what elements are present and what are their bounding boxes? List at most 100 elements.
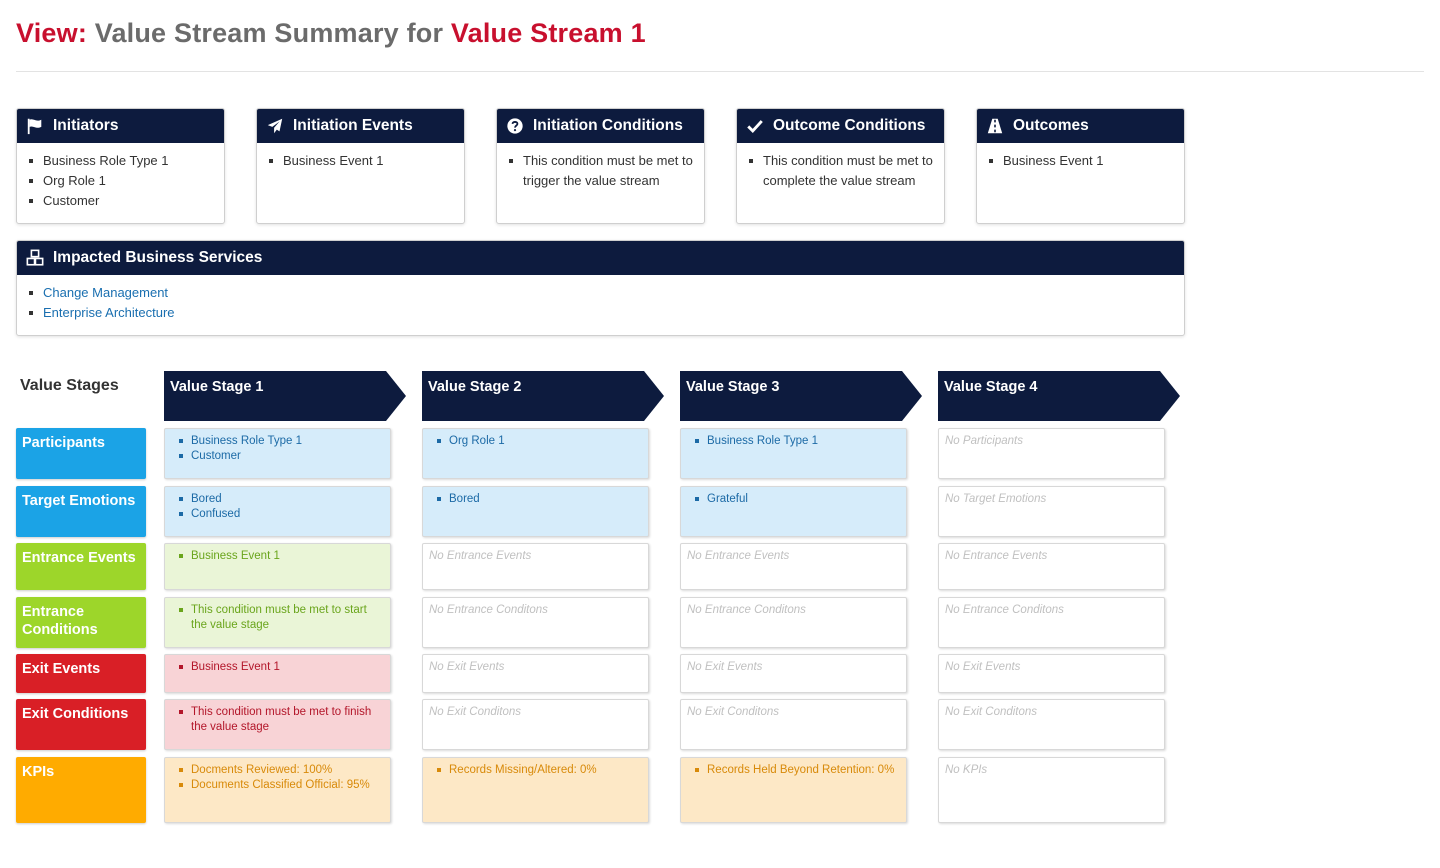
cell-list: This condition must be met to finish the… [171, 705, 384, 735]
service-link-change-management[interactable]: Change Management [27, 283, 1174, 303]
summary-card-header: Outcome Conditions [737, 109, 944, 143]
check-icon [747, 120, 763, 134]
row-label-target-emotions: Target Emotions [16, 486, 146, 537]
list-item: This condition must be met to finish the… [171, 705, 384, 735]
summary-card-title: Initiation Events [293, 117, 413, 134]
cell-list: Grateful [687, 492, 900, 507]
matrix-cell: Records Missing/Altered: 0% [422, 757, 649, 823]
list-item: Business Role Type 1 [171, 434, 384, 449]
matrix-cell: Business Event 1 [164, 654, 391, 693]
cell-list: Business Event 1 [171, 549, 384, 564]
matrix-cell: This condition must be met to start the … [164, 597, 391, 648]
list-item: Business Event 1 [267, 151, 454, 171]
stage-header-3[interactable]: Value Stage 3 [680, 371, 922, 421]
question-circle-icon [506, 117, 533, 135]
cell-list: Business Role Type 1 Customer [171, 434, 384, 464]
paper-plane-icon [267, 118, 283, 134]
title-divider [16, 71, 1424, 72]
list-item: Grateful [687, 492, 900, 507]
row-label-exit-conditions: Exit Conditions [16, 699, 146, 750]
matrix-cell: Business Event 1 [164, 543, 391, 590]
matrix-cell: Records Held Beyond Retention: 0% [680, 757, 907, 823]
service-link-enterprise-architecture[interactable]: Enterprise Architecture [27, 303, 1174, 323]
empty-placeholder: No Entrance Conditons [429, 604, 548, 616]
list-item: Bored [171, 492, 384, 507]
list-item: Records Held Beyond Retention: 0% [687, 763, 900, 778]
summary-card-header: Outcomes [977, 109, 1184, 143]
impacted-services-header: Impacted Business Services [17, 241, 1184, 275]
cell-list: Business Role Type 1 [687, 434, 900, 449]
matrix-cell: Docments Reviewed: 100% Documents Classif… [164, 757, 391, 823]
empty-placeholder: No Exit Conditons [429, 706, 522, 718]
summary-card-header: Initiation Conditions [497, 109, 704, 143]
list-item: Documents Classified Official: 95% [171, 778, 384, 793]
summary-card-outcomes: Outcomes Business Event 1 [976, 108, 1185, 224]
stage-header-4[interactable]: Value Stage 4 [938, 371, 1180, 421]
cell-list: Bored [429, 492, 642, 507]
matrix-cell: No Exit Events [938, 654, 1165, 693]
list-item: Bored [429, 492, 642, 507]
list-item: Business Role Type 1 [27, 151, 214, 171]
summary-card-list: This condition must be met to trigger th… [497, 143, 704, 191]
empty-placeholder: No KPIs [945, 764, 988, 776]
row-label-entrance-events: Entrance Events [16, 543, 146, 590]
matrix-cell: No Entrance Conditons [422, 597, 649, 648]
empty-placeholder: No Target Emotions [945, 493, 1047, 505]
list-item: This condition must be met to start the … [171, 603, 384, 633]
summary-card-initiators: Initiators Business Role Type 1 Org Role 1… [16, 108, 225, 224]
flag-icon [26, 117, 53, 135]
matrix-cell: No Entrance Conditons [938, 597, 1165, 648]
row-label-kpis: KPIs [16, 757, 146, 823]
list-item: Customer [27, 191, 214, 211]
matrix-cell: No Entrance Events [938, 543, 1165, 590]
summary-card-title: Initiation Conditions [533, 117, 683, 134]
list-item: Confused [171, 507, 384, 522]
cell-list: Docments Reviewed: 100% Documents Classif… [171, 763, 384, 793]
paper-plane-icon [266, 117, 293, 135]
summary-card-initiation-conditions: Initiation Conditions This condition must… [496, 108, 705, 224]
row-label-participants: Participants [16, 428, 146, 479]
matrix-cell: Org Role 1 [422, 428, 649, 479]
matrix-cell: No Entrance Events [422, 543, 649, 590]
check-icon [746, 117, 773, 135]
matrix-cell: Grateful [680, 486, 907, 537]
cell-list: Records Missing/Altered: 0% [429, 763, 642, 778]
question-circle-icon [507, 118, 523, 134]
impacted-services-title: Impacted Business Services [53, 249, 263, 266]
summary-card-list: Business Event 1 [977, 143, 1184, 171]
matrix-cell: No Exit Events [680, 654, 907, 693]
summary-card-outcome-conditions: Outcome Conditions This condition must be… [736, 108, 945, 224]
stage-header-1[interactable]: Value Stage 1 [164, 371, 406, 421]
page-title: View: Value Stream Summary for Value Str… [16, 18, 646, 49]
list-item: Docments Reviewed: 100% [171, 763, 384, 778]
list-item: Customer [171, 449, 384, 464]
list-item: This condition must be met to trigger th… [507, 151, 694, 191]
empty-placeholder: No Entrance Events [945, 550, 1048, 562]
matrix-cell: No KPIs [938, 757, 1165, 823]
matrix-cell: No Exit Events [422, 654, 649, 693]
summary-card-header: Initiators [17, 109, 224, 143]
matrix-cell: Business Role Type 1 Customer [164, 428, 391, 479]
stage-header-2[interactable]: Value Stage 2 [422, 371, 664, 421]
cell-list: Org Role 1 [429, 434, 642, 449]
empty-placeholder: No Entrance Events [429, 550, 532, 562]
list-item: Org Role 1 [27, 171, 214, 191]
summary-card-title: Outcome Conditions [773, 117, 926, 134]
empty-placeholder: No Exit Conditons [687, 706, 780, 718]
road-icon [987, 118, 1003, 134]
list-item: Org Role 1 [429, 434, 642, 449]
matrix-cell: No Exit Conditons [938, 699, 1165, 750]
list-item: Records Missing/Altered: 0% [429, 763, 642, 778]
row-label-entrance-conditions: Entrance Conditions [16, 597, 146, 648]
summary-card-initiation-events: Initiation Events Business Event 1 [256, 108, 465, 224]
empty-placeholder: No Exit Events [687, 661, 763, 673]
summary-card-list: Business Event 1 [257, 143, 464, 171]
empty-placeholder: No Exit Conditons [945, 706, 1038, 718]
matrix-cell: This condition must be met to finish the… [164, 699, 391, 750]
matrix-cell: No Exit Conditons [422, 699, 649, 750]
matrix-cell: No Entrance Conditons [680, 597, 907, 648]
summary-card-list: Business Role Type 1 Org Role 1 Customer [17, 143, 224, 211]
list-item: Business Event 1 [171, 660, 384, 675]
impacted-services-card: Impacted Business Services Change Manage… [16, 240, 1185, 336]
road-icon [986, 117, 1013, 135]
